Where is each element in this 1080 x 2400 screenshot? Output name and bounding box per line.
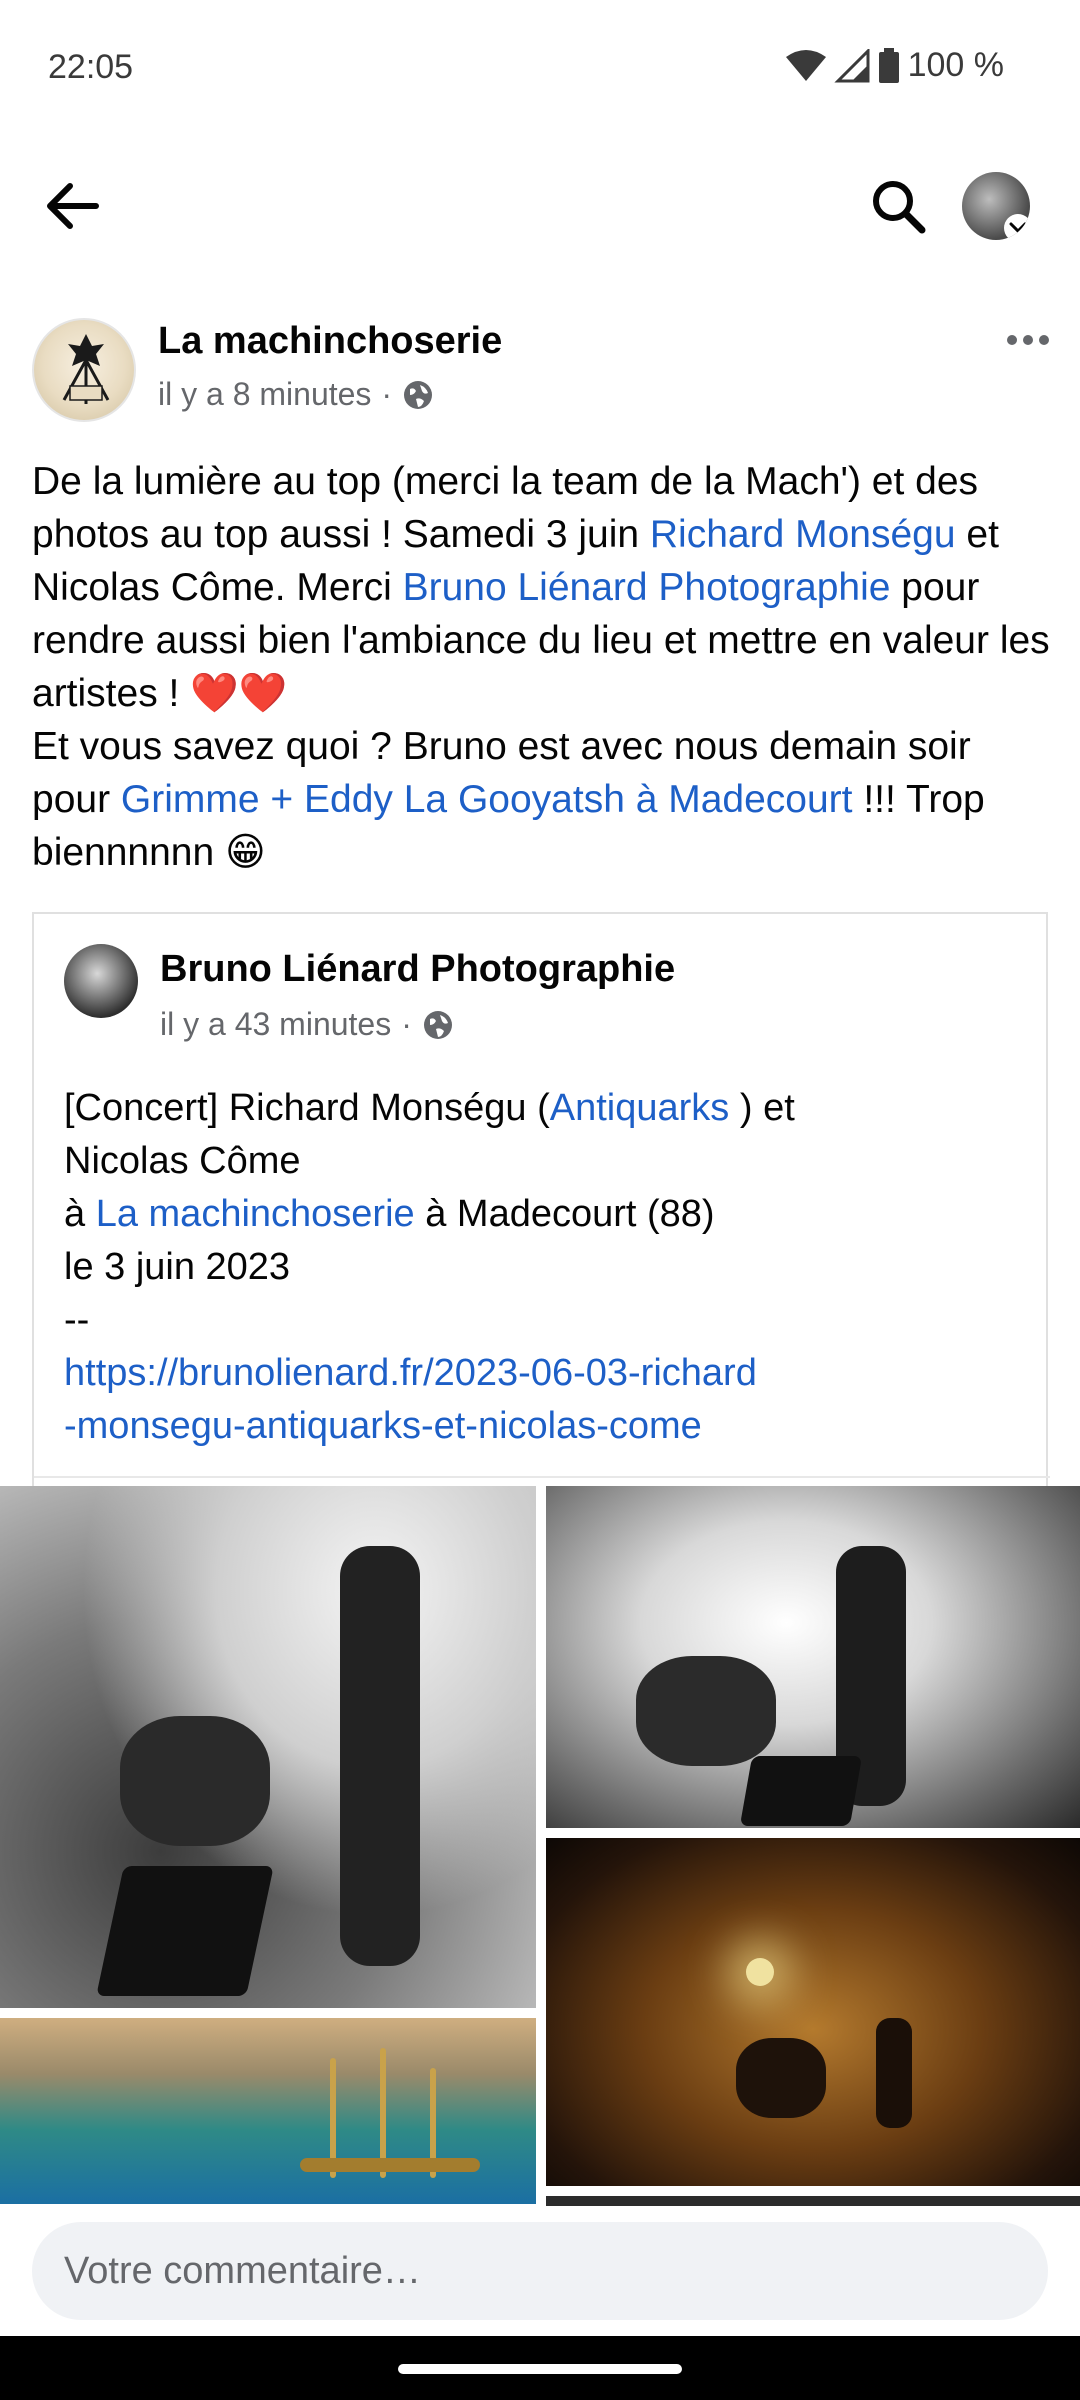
post-header: La machinchoserie il y a 8 minutes · bbox=[0, 310, 1080, 430]
globe-icon bbox=[404, 380, 433, 409]
shared-url-part: -monsegu-antiquarks-et-nicolas-come bbox=[64, 1405, 702, 1447]
signal-icon bbox=[833, 48, 870, 82]
chandelier-arm bbox=[300, 2158, 480, 2172]
battery-icon bbox=[878, 47, 899, 83]
status-icons: 100 % bbox=[785, 46, 1004, 85]
status-time: 22:05 bbox=[48, 48, 134, 86]
post-text: De la lumière au top (merci la team de l… bbox=[32, 455, 1052, 879]
shared-url-link[interactable]: https://brunolienard.fr/2023-06-03-richa… bbox=[64, 1352, 757, 1447]
search-button[interactable] bbox=[862, 170, 934, 242]
more-options-button[interactable] bbox=[998, 320, 1058, 360]
search-icon bbox=[873, 181, 926, 234]
page-name[interactable]: La machinchoserie bbox=[158, 320, 502, 363]
shared-meta: il y a 43 minutes · bbox=[160, 1006, 454, 1043]
shared-text-segment: [Concert] Richard Monségu ( bbox=[64, 1087, 550, 1129]
comment-bar bbox=[0, 2206, 1080, 2336]
musician-silhouette bbox=[340, 1546, 420, 1966]
grin-emoji: 😁 bbox=[225, 831, 266, 874]
shared-text-segment: Nicolas Côme bbox=[64, 1140, 301, 1182]
photo-concert-stage-color[interactable] bbox=[546, 1838, 1080, 2186]
musician-silhouette bbox=[876, 2018, 912, 2128]
shared-text: [Concert] Richard Monségu (Antiquarks ) … bbox=[64, 1082, 1024, 1453]
back-arrow-icon bbox=[47, 183, 99, 229]
wifi-icon bbox=[785, 49, 826, 81]
photo-concert-stage-bw[interactable] bbox=[546, 1486, 1080, 1828]
speaker-shape bbox=[739, 1756, 863, 1826]
drum-kit-shape bbox=[736, 2038, 826, 2118]
stage-light bbox=[746, 1958, 774, 1986]
system-nav-bar bbox=[0, 2336, 1080, 2400]
battery-percent: 100 % bbox=[907, 46, 1004, 84]
app-bar bbox=[0, 150, 1080, 260]
meta-separator: · bbox=[401, 1006, 412, 1042]
meta-separator: · bbox=[381, 376, 393, 412]
speaker-shape bbox=[96, 1866, 274, 1996]
drum-kit-shape bbox=[120, 1716, 270, 1846]
link-la-machinchoserie[interactable]: La machinchoserie bbox=[96, 1193, 415, 1235]
shared-page-name[interactable]: Bruno Liénard Photographie bbox=[160, 948, 675, 991]
link-richard-monsegu[interactable]: Richard Monségu bbox=[650, 513, 956, 556]
shared-post-card[interactable]: Bruno Liénard Photographie il y a 43 min… bbox=[32, 912, 1050, 1486]
photo-chandelier[interactable] bbox=[0, 2018, 536, 2204]
shared-avatar[interactable] bbox=[64, 944, 138, 1018]
profile-avatar[interactable] bbox=[962, 172, 1030, 240]
chevron-down-icon bbox=[1004, 214, 1030, 240]
home-gesture-handle[interactable] bbox=[398, 2364, 682, 2374]
page-logo-icon bbox=[62, 334, 110, 404]
shared-text-segment: -- bbox=[64, 1299, 90, 1341]
post-time[interactable]: il y a 8 minutes bbox=[158, 376, 371, 413]
shared-text-segment: ) et bbox=[729, 1087, 795, 1129]
back-button[interactable] bbox=[36, 170, 108, 242]
link-bruno-lienard[interactable]: Bruno Liénard Photographie bbox=[403, 566, 891, 609]
globe-icon bbox=[423, 1010, 452, 1039]
dot-icon bbox=[1023, 335, 1033, 345]
divider bbox=[34, 1476, 1050, 1478]
hearts-emoji: ❤️❤️ bbox=[190, 672, 288, 715]
dot-icon bbox=[1007, 335, 1017, 345]
status-bar: 22:05 100 % bbox=[0, 0, 1080, 130]
photo-partial[interactable] bbox=[546, 2196, 1080, 2206]
shared-text-segment: le 3 juin 2023 bbox=[64, 1246, 291, 1288]
dot-icon bbox=[1039, 335, 1049, 345]
link-antiquarks[interactable]: Antiquarks bbox=[550, 1087, 730, 1129]
shared-time[interactable]: il y a 43 minutes bbox=[160, 1006, 391, 1043]
shared-text-segment: à bbox=[64, 1193, 96, 1235]
page-avatar[interactable] bbox=[32, 318, 136, 422]
post-meta: il y a 8 minutes · bbox=[158, 376, 434, 413]
shared-text-segment: à Madecourt (88) bbox=[414, 1193, 715, 1235]
link-event[interactable]: Grimme + Eddy La Gooyatsh à Madecourt bbox=[121, 778, 853, 821]
shared-url-part: https://brunolienard.fr/2023-06-03-richa… bbox=[64, 1352, 757, 1394]
comment-input[interactable] bbox=[32, 2222, 1048, 2320]
drum-kit-shape bbox=[636, 1656, 776, 1766]
photo-concert-sax-drums[interactable] bbox=[0, 1486, 536, 2008]
